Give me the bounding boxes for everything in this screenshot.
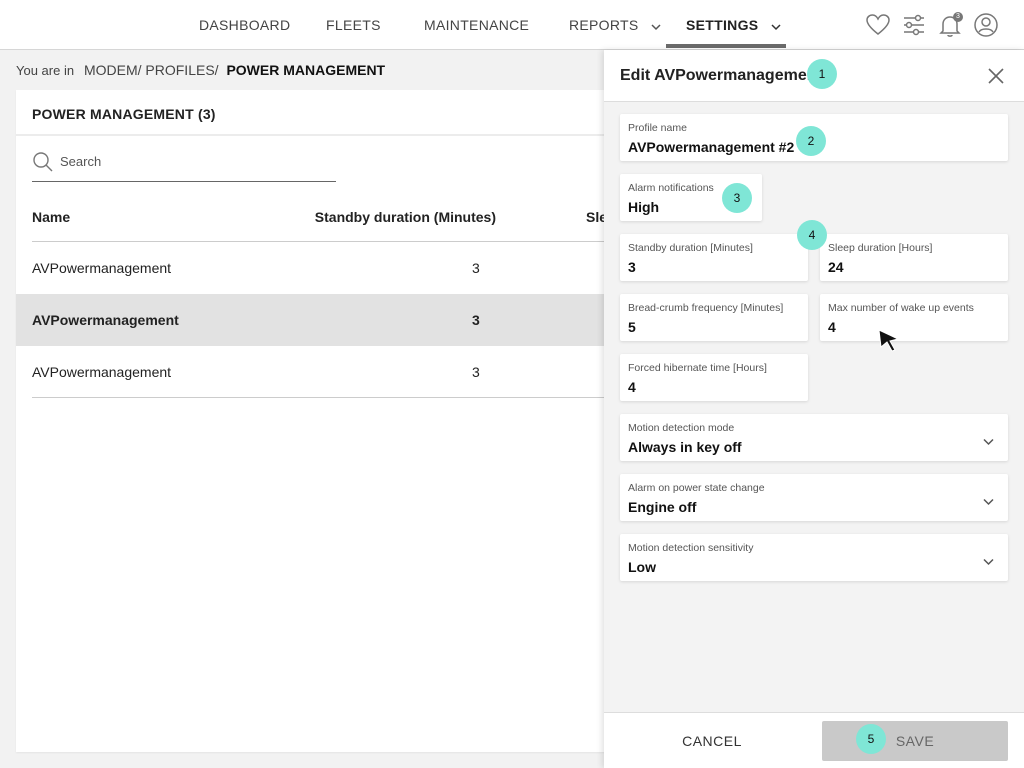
field-label: Max number of wake up events <box>828 302 974 314</box>
user-icon[interactable] <box>973 12 999 38</box>
field-value: 24 <box>828 259 844 275</box>
annotation-marker: 3 <box>722 183 752 213</box>
field-label: Forced hibernate time [Hours] <box>628 362 767 374</box>
annotation-marker: 2 <box>796 126 826 156</box>
cell-name: AVPowermanagement <box>32 260 172 276</box>
close-icon[interactable] <box>986 66 1006 86</box>
column-header-standby[interactable]: Standby duration (Minutes) <box>315 209 496 225</box>
search-icon <box>32 151 54 178</box>
field-label: Motion detection sensitivity <box>628 542 754 554</box>
sliders-icon[interactable] <box>901 12 927 38</box>
alarm-power-state-select[interactable]: Alarm on power state change Engine off <box>620 474 1008 521</box>
sleep-duration-field[interactable]: Sleep duration [Hours] 24 <box>820 234 1008 281</box>
column-header-name[interactable]: Name <box>32 209 70 225</box>
cancel-button[interactable]: CANCEL <box>634 721 790 761</box>
table-row[interactable]: AVPowermanagement 3 <box>16 294 636 346</box>
field-label: Bread-crumb frequency [Minutes] <box>628 302 784 314</box>
annotation-marker: 1 <box>807 59 837 89</box>
field-value: 4 <box>628 379 636 395</box>
nav-dashboard[interactable]: DASHBOARD <box>199 0 290 50</box>
nav-maintenance[interactable]: MAINTENANCE <box>424 0 529 50</box>
cell-standby: 3 <box>472 260 480 276</box>
drawer-title: Edit AVPowermanagement <box>620 67 820 84</box>
nav-reports-label: REPORTS <box>569 17 639 33</box>
nav-fleets[interactable]: FLEETS <box>326 0 381 50</box>
nav-reports[interactable]: REPORTS <box>569 0 661 50</box>
top-navigation-bar: DASHBOARD FLEETS MAINTENANCE REPORTS SET… <box>0 0 1024 50</box>
chevron-down-icon <box>983 493 994 511</box>
cell-standby: 3 <box>472 312 480 328</box>
forced-hibernate-field[interactable]: Forced hibernate time [Hours] 4 <box>620 354 808 401</box>
list-title: POWER MANAGEMENT (3) <box>32 106 216 122</box>
nav-settings[interactable]: SETTINGS <box>686 0 781 50</box>
cell-standby: 3 <box>472 364 480 380</box>
chevron-down-icon <box>983 433 994 451</box>
search-input[interactable] <box>60 154 320 169</box>
field-value: Engine off <box>628 499 697 515</box>
breadcrumb: You are in MODEM/ PROFILES/ POWER MANAGE… <box>16 62 385 78</box>
field-label: Profile name <box>628 122 687 134</box>
field-value: 4 <box>828 319 836 335</box>
annotation-marker: 4 <box>797 220 827 250</box>
field-label: Standby duration [Minutes] <box>628 242 753 254</box>
field-label: Sleep duration [Hours] <box>828 242 933 254</box>
drawer-footer: CANCEL SAVE <box>604 712 1024 768</box>
card-header: POWER MANAGEMENT (3) <box>16 90 636 136</box>
chevron-down-icon <box>651 1 661 51</box>
table-row[interactable]: AVPowermanagement 3 <box>16 242 636 294</box>
nav-settings-label: SETTINGS <box>686 17 759 33</box>
field-value: High <box>628 199 660 215</box>
row-divider <box>32 397 636 398</box>
standby-duration-field[interactable]: Standby duration [Minutes] 3 <box>620 234 808 281</box>
field-value: 5 <box>628 319 636 335</box>
breadcrumb-path[interactable]: MODEM/ PROFILES/ <box>84 62 219 78</box>
cell-name: AVPowermanagement <box>32 312 179 328</box>
motion-sensitivity-select[interactable]: Motion detection sensitivity Low <box>620 534 1008 581</box>
search-box[interactable] <box>32 150 336 182</box>
active-tab-indicator <box>666 44 786 48</box>
max-wake-events-field[interactable]: Max number of wake up events 4 <box>820 294 1008 341</box>
field-value: AVPowermanagement #2 <box>628 139 795 155</box>
field-label: Motion detection mode <box>628 422 735 434</box>
chevron-down-icon <box>983 553 994 571</box>
field-label: Alarm on power state change <box>628 482 765 494</box>
field-value: Low <box>628 559 656 575</box>
field-value: 3 <box>628 259 636 275</box>
edit-drawer: Edit AVPowermanagement Profile name AVPo… <box>604 50 1024 768</box>
notification-badge: 3 <box>953 12 963 22</box>
table-header: Name Standby duration (Minutes) Sle <box>32 190 636 242</box>
motion-detection-mode-select[interactable]: Motion detection mode Always in key off <box>620 414 1008 461</box>
table-row[interactable]: AVPowermanagement 3 <box>16 346 636 398</box>
heart-icon[interactable] <box>865 12 891 38</box>
mouse-pointer-icon <box>877 328 901 357</box>
breadcrumb-frequency-field[interactable]: Bread-crumb frequency [Minutes] 5 <box>620 294 808 341</box>
profiles-list-card: POWER MANAGEMENT (3) Name Standby durati… <box>16 90 636 752</box>
annotation-marker: 5 <box>856 724 886 754</box>
breadcrumb-current: POWER MANAGEMENT <box>226 62 386 78</box>
cell-name: AVPowermanagement <box>32 364 172 380</box>
field-label: Alarm notifications <box>628 182 714 194</box>
field-value: Always in key off <box>628 439 742 455</box>
breadcrumb-prefix: You are in <box>16 63 75 78</box>
save-button[interactable]: SAVE <box>822 721 1008 761</box>
